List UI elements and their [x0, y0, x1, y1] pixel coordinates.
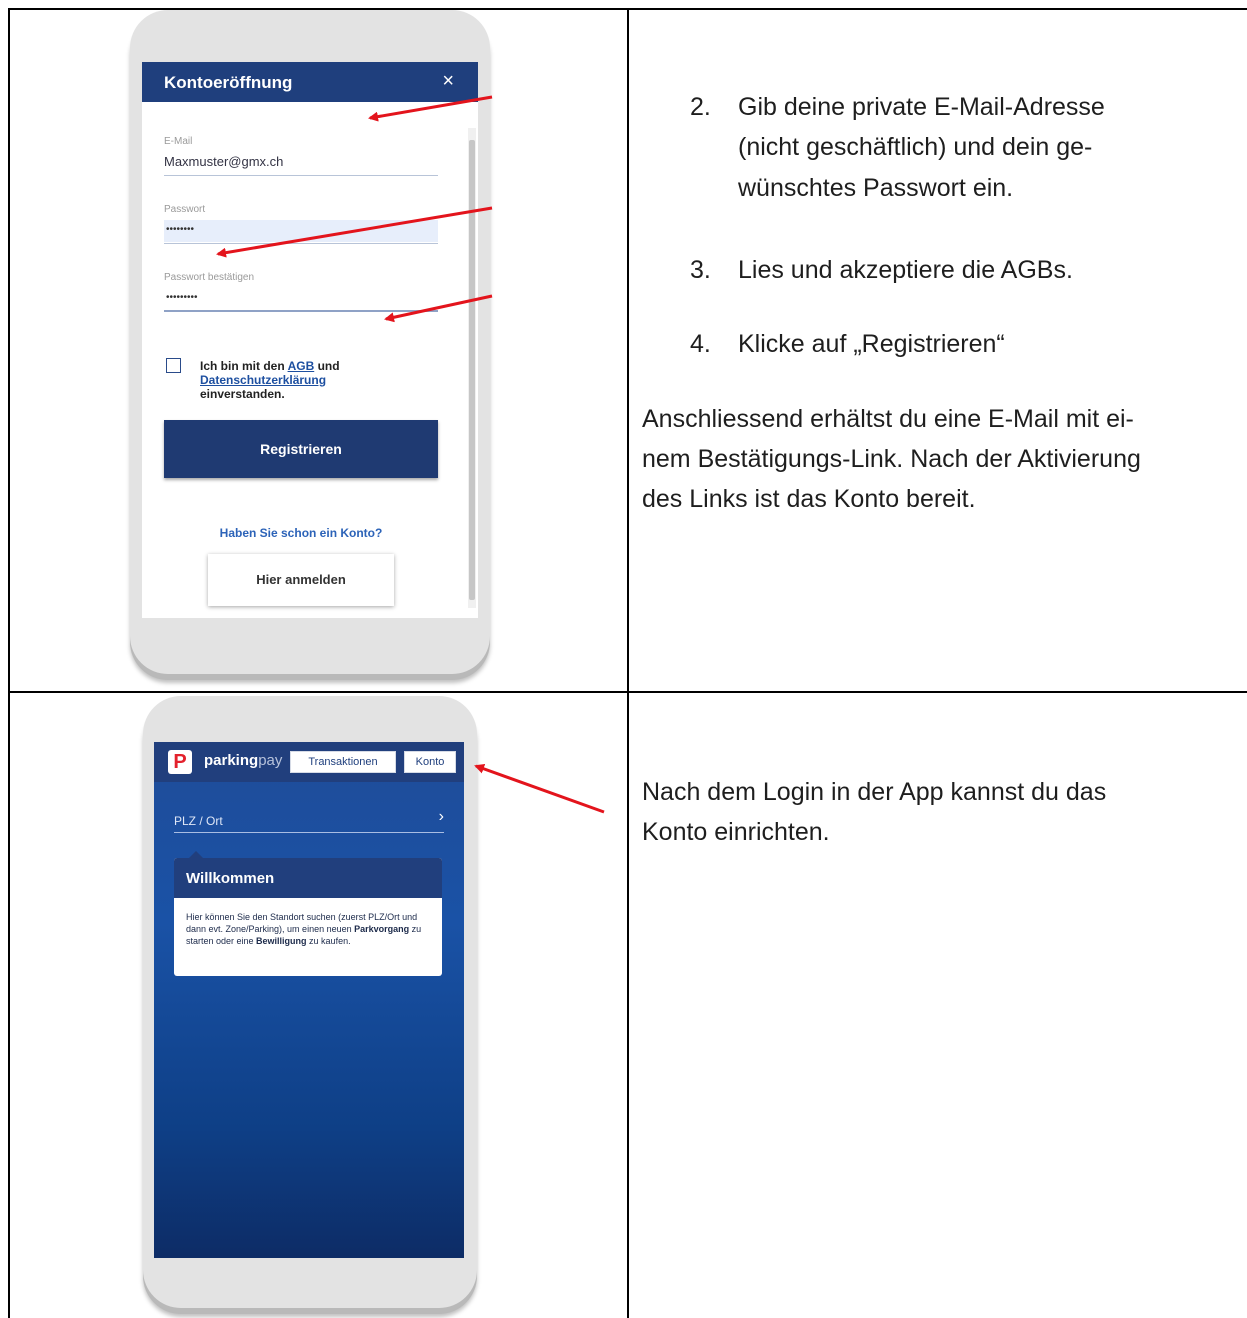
- after-line2: nem Bestätigungs-Link. Nach der Aktivier…: [642, 445, 1141, 473]
- step-4-number: 4.: [690, 330, 711, 358]
- step-2-line1: Gib deine private E-Mail-Adresse: [738, 93, 1105, 121]
- after-registration-paragraph: Anschliessend erhältst du eine E-Mail mi…: [642, 399, 1232, 519]
- step-3-number: 3.: [690, 256, 711, 284]
- arrow-to-password: [216, 206, 493, 258]
- arrow-to-konto-tab: [474, 764, 605, 814]
- step-4-text: Klicke auf „Registrieren“: [738, 330, 1005, 358]
- step-3-text: Lies und akzeptiere die AGBs.: [738, 256, 1073, 284]
- step-2-number: 2.: [690, 93, 711, 121]
- login-line2: Konto einrichten.: [642, 818, 830, 846]
- step-2-line3: wünschtes Passwort ein.: [738, 174, 1014, 202]
- login-paragraph: Nach dem Login in der App kannst du das …: [642, 772, 1232, 852]
- after-line1: Anschliessend erhältst du eine E-Mail mi…: [642, 405, 1134, 433]
- arrow-to-email: [368, 95, 493, 122]
- step-2: 2. Gib deine private E-Mail-Adresse (nic…: [690, 87, 1210, 207]
- after-line3: des Links ist das Konto bereit.: [642, 485, 976, 513]
- step-4: 4. Klicke auf „Registrieren“: [690, 324, 1210, 364]
- step-2-line2: (nicht geschäftlich) und dein ge-: [738, 133, 1093, 161]
- step-3: 3. Lies und akzeptiere die AGBs.: [690, 250, 1210, 290]
- arrow-to-confirm-password: [384, 294, 493, 323]
- login-line1: Nach dem Login in der App kannst du das: [642, 778, 1107, 806]
